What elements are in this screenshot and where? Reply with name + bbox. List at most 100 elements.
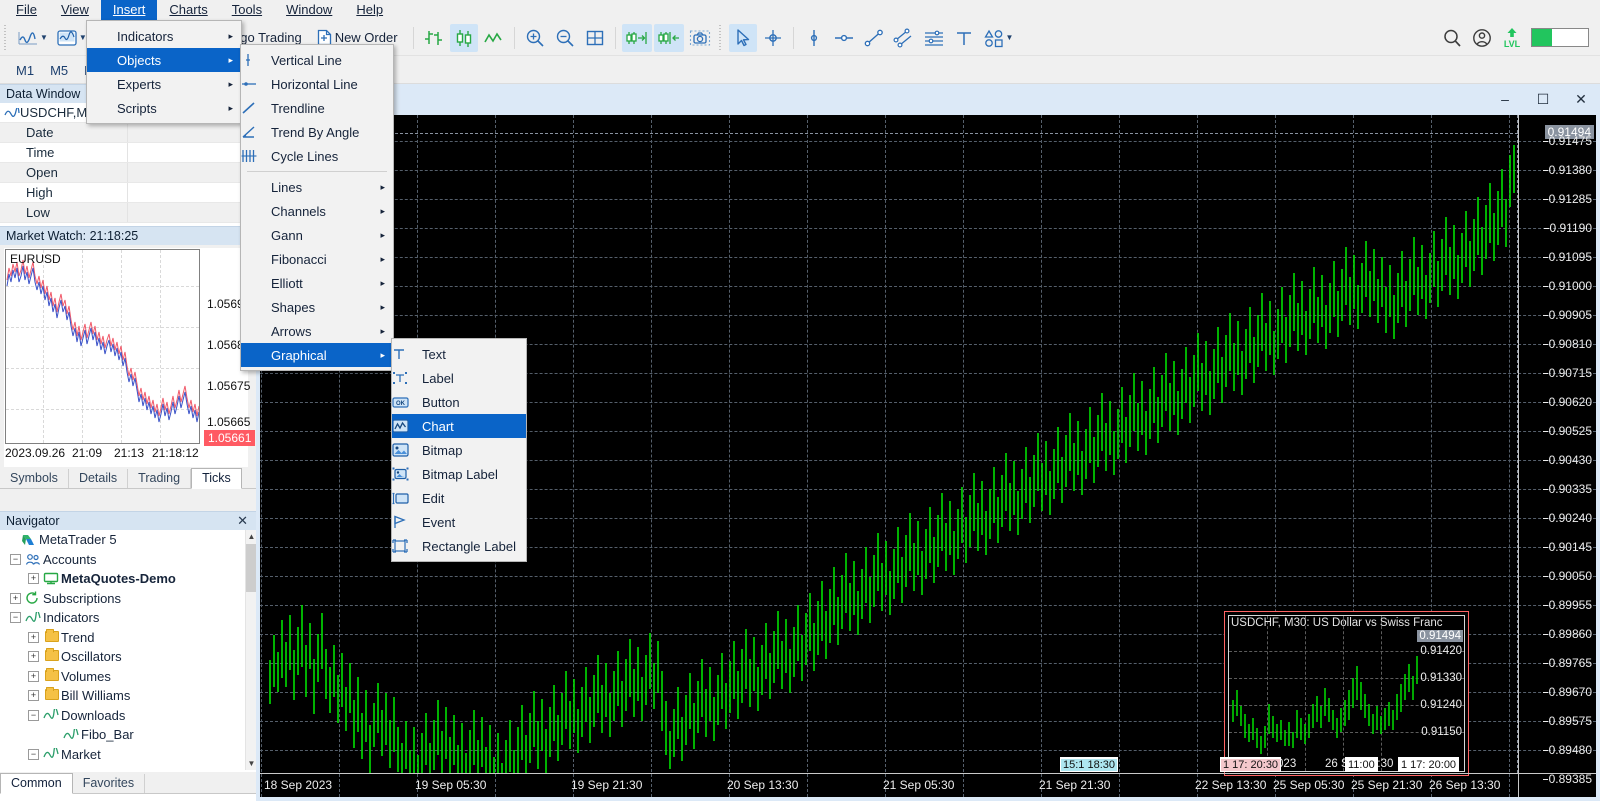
nav-item-metatrader5[interactable]: MetaTrader 5 <box>0 530 245 550</box>
text-tool-button[interactable] <box>950 24 978 52</box>
toolbar-grip[interactable] <box>3 24 10 51</box>
menu-item-arrows[interactable]: Arrows ▸ <box>241 319 393 343</box>
shapes-tool-button[interactable]: ▼ <box>980 24 1017 52</box>
timeframe-m5[interactable]: M5 <box>42 63 76 78</box>
tab-symbols[interactable]: Symbols <box>0 469 69 488</box>
chart-type-line-button[interactable]: ▼ <box>14 24 51 52</box>
menu-view[interactable]: View <box>49 0 101 20</box>
nav-item-oscillators[interactable]: + Oscillators <box>0 647 245 667</box>
close-button[interactable]: ✕ <box>1562 85 1600 113</box>
menu-item-fibonacci[interactable]: Fibonacci ▸ <box>241 247 393 271</box>
tree-expand-toggle[interactable]: + <box>28 690 39 702</box>
zoom-in-button[interactable] <box>521 24 549 52</box>
chevron-down-icon[interactable]: ▼ <box>1006 33 1014 42</box>
maximize-button[interactable]: ☐ <box>1524 85 1562 113</box>
menu-tools[interactable]: Tools <box>220 0 274 20</box>
menu-item-graphical[interactable]: Graphical ▸ <box>241 343 393 367</box>
menu-file[interactable]: File <box>4 0 49 20</box>
menu-item-objects[interactable]: Objects ▸ <box>87 48 241 72</box>
nav-item-trend[interactable]: + Trend <box>0 628 245 648</box>
tab-common[interactable]: Common <box>0 773 73 794</box>
menu-insert[interactable]: Insert <box>100 0 158 20</box>
menu-item-bitmap[interactable]: Bitmap <box>392 438 526 462</box>
menu-item-edit[interactable]: Edit <box>392 486 526 510</box>
menu-item-button[interactable]: OK Button <box>392 390 526 414</box>
tree-collapse-toggle[interactable]: − <box>10 612 21 624</box>
nav-item-fibo-bar[interactable]: Fibo_Bar <box>0 725 245 745</box>
menu-item-lines[interactable]: Lines ▸ <box>241 175 393 199</box>
chevron-down-icon[interactable]: ▼ <box>40 33 48 42</box>
chart-object-minichart[interactable]: USDCHF, M30: US Dollar vs Swiss Franc 0.… <box>1224 611 1469 776</box>
menu-item-shapes[interactable]: Shapes ▸ <box>241 295 393 319</box>
nav-item-accounts[interactable]: − Accounts <box>0 550 245 570</box>
menu-item-indicators[interactable]: Indicators ▸ <box>87 24 241 48</box>
menu-item-trendline[interactable]: Trendline <box>241 96 393 120</box>
menu-item-channels[interactable]: Channels ▸ <box>241 199 393 223</box>
menu-item-gann[interactable]: Gann ▸ <box>241 223 393 247</box>
menu-item-bitmap-label[interactable]: Bitmap Label <box>392 462 526 486</box>
nav-item-metaquotes-demo[interactable]: + MetaQuotes-Demo <box>0 569 245 589</box>
search-button[interactable] <box>1438 24 1466 52</box>
menu-item-event[interactable]: Event <box>392 510 526 534</box>
chart-y-axis[interactable]: 0.91494 0.91475 0.91380 0.91285 0.91190 … <box>1518 115 1596 797</box>
chart-x-axis[interactable]: 18 Sep 2023 19 Sep 05:30 19 Sep 21:30 20… <box>260 773 1596 797</box>
tree-expand-toggle[interactable]: + <box>28 670 39 682</box>
cursor-tool-button[interactable] <box>728 23 757 52</box>
nav-item-bill-williams[interactable]: + Bill Williams <box>0 686 245 706</box>
screenshot-button[interactable] <box>686 24 714 52</box>
tree-expand-toggle[interactable]: + <box>28 573 39 585</box>
equidistant-channel-tool-button[interactable] <box>890 24 918 52</box>
tab-trading[interactable]: Trading <box>128 469 192 488</box>
tree-expand-toggle[interactable]: + <box>28 651 39 663</box>
menu-item-elliott[interactable]: Elliott ▸ <box>241 271 393 295</box>
line-chart-button[interactable] <box>480 24 508 52</box>
chart-template-button[interactable]: ▼ <box>53 24 90 52</box>
nav-item-subscriptions[interactable]: + Subscriptions <box>0 589 245 609</box>
market-watch-tick-chart[interactable]: EURUSD 1.05695 1.05685 1.05675 1.05665 1… <box>4 248 256 468</box>
nav-item-market[interactable]: − Market <box>0 745 245 765</box>
tree-collapse-toggle[interactable]: − <box>10 553 21 565</box>
crosshair-tool-button[interactable] <box>759 24 787 52</box>
nav-item-downloads[interactable]: − Downloads <box>0 706 245 726</box>
menu-item-rectangle-label[interactable]: Rectangle Label <box>392 534 526 558</box>
horizontal-line-tool-button[interactable] <box>830 24 858 52</box>
trendline-tool-button[interactable] <box>860 24 888 52</box>
close-icon[interactable]: ✕ <box>233 513 252 529</box>
menu-item-scripts[interactable]: Scripts ▸ <box>87 96 241 120</box>
connection-level-indicator[interactable]: LVL <box>1498 24 1526 52</box>
tab-favorites[interactable]: Favorites <box>73 774 146 793</box>
zoom-out-button[interactable] <box>551 24 579 52</box>
vertical-line-tool-button[interactable] <box>800 24 828 52</box>
menu-item-trend-by-angle[interactable]: Trend By Angle <box>241 120 393 144</box>
auto-scroll-button[interactable] <box>653 23 684 52</box>
candlestick-chart-button[interactable] <box>449 23 478 52</box>
minimize-button[interactable]: – <box>1486 85 1524 113</box>
nav-item-volumes[interactable]: + Volumes <box>0 667 245 687</box>
account-button[interactable] <box>1468 24 1496 52</box>
tree-expand-toggle[interactable]: + <box>10 592 21 604</box>
menu-window[interactable]: Window <box>274 0 344 20</box>
nav-item-indicators[interactable]: − Indicators <box>0 608 245 628</box>
menu-item-text[interactable]: Text <box>392 342 526 366</box>
menu-item-chart[interactable]: Chart <box>392 414 526 438</box>
tab-details[interactable]: Details <box>69 469 129 488</box>
menu-item-vertical-line[interactable]: Vertical Line <box>241 48 393 72</box>
menu-item-label[interactable]: Label <box>392 366 526 390</box>
menu-item-experts[interactable]: Experts ▸ <box>87 72 241 96</box>
fibonacci-tool-button[interactable] <box>920 24 948 52</box>
tab-ticks[interactable]: Ticks <box>191 468 242 489</box>
tree-expand-toggle[interactable]: + <box>28 631 39 643</box>
bar-chart-button[interactable] <box>420 24 448 52</box>
toolbar-grip-2[interactable] <box>717 24 725 51</box>
tile-windows-button[interactable] <box>581 24 609 52</box>
menu-item-cycle-lines[interactable]: Cycle Lines <box>241 144 393 168</box>
tree-collapse-toggle[interactable]: − <box>28 709 39 721</box>
menu-item-horizontal-line[interactable]: Horizontal Line <box>241 72 393 96</box>
connection-strength-bar[interactable] <box>1528 24 1592 52</box>
tree-collapse-toggle[interactable]: − <box>28 748 39 760</box>
menu-help[interactable]: Help <box>344 0 395 20</box>
navigator-scrollbar[interactable]: ▲ ▼ <box>245 530 257 770</box>
timeframe-m1[interactable]: M1 <box>8 63 42 78</box>
shift-end-button[interactable] <box>621 23 652 52</box>
menu-charts[interactable]: Charts <box>157 0 219 20</box>
